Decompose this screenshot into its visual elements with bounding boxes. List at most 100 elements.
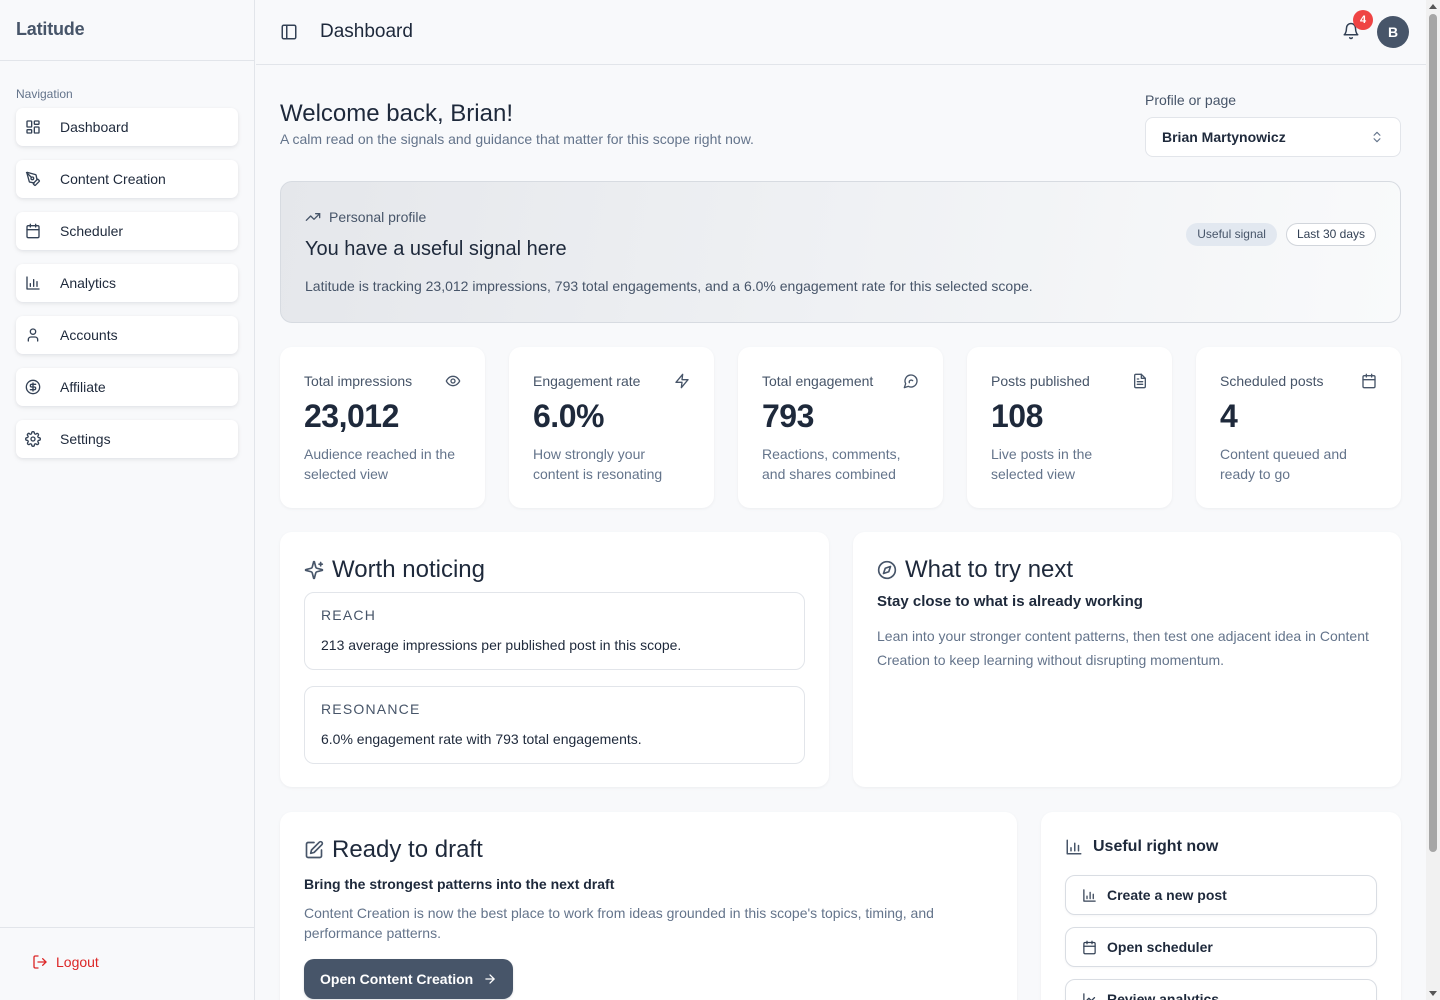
- arrow-right-icon: [483, 972, 497, 986]
- page-title: Dashboard: [320, 21, 413, 42]
- card-text: Lean into your stronger content patterns…: [877, 628, 1369, 668]
- message-circle-icon: [903, 373, 919, 389]
- sidebar-item-label: Settings: [60, 431, 111, 447]
- sidebar-item-label: Affiliate: [60, 379, 106, 395]
- sidebar-item-content-creation[interactable]: Content Creation: [16, 160, 238, 198]
- pen-tool-icon: [25, 171, 41, 187]
- banner-chips: Useful signal Last 30 days: [1186, 223, 1376, 246]
- bar-chart-icon: [1065, 838, 1083, 856]
- page-scrollbar[interactable]: [1426, 0, 1440, 1000]
- stat-label: Posts published: [991, 373, 1090, 389]
- document-icon: [1132, 373, 1148, 389]
- card-title: Ready to draft: [304, 836, 483, 864]
- welcome-heading: Welcome back, Brian!: [280, 100, 513, 127]
- notice-item-reach: REACH 213 average impressions per publis…: [304, 592, 805, 670]
- edit-icon: [304, 840, 324, 860]
- button-label: Open Content Creation: [320, 971, 474, 987]
- notice-text: 213 average impressions per published po…: [321, 637, 682, 653]
- stat-label: Scheduled posts: [1220, 373, 1324, 389]
- stat-card-engagement-rate: Engagement rate 6.0% How strongly your c…: [509, 347, 714, 508]
- notification-badge: 4: [1353, 10, 1373, 30]
- banner-title: You have a useful signal here: [305, 238, 567, 260]
- stat-description: Audience reached in the selected view: [304, 446, 455, 482]
- button-label: Review analytics: [1107, 991, 1220, 1000]
- scroll-thumb[interactable]: [1429, 14, 1437, 852]
- banner-text: Latitude is tracking 23,012 impressions,…: [305, 278, 1033, 294]
- card-title: What to try next: [877, 556, 1073, 584]
- stat-value: 6.0%: [533, 398, 604, 434]
- sidebar-item-scheduler[interactable]: Scheduler: [16, 212, 238, 250]
- create-post-button[interactable]: Create a new post: [1065, 875, 1377, 915]
- stat-card-impressions: Total impressions 23,012 Audience reache…: [280, 347, 485, 508]
- layout-dashboard-icon: [25, 119, 41, 135]
- scope-label: Profile or page: [1145, 92, 1237, 108]
- stat-description: Content queued and ready to go: [1220, 446, 1347, 482]
- bar-chart-icon: [25, 275, 41, 291]
- stat-label: Total engagement: [762, 373, 874, 389]
- stat-card-scheduled-posts: Scheduled posts 4 Content queued and rea…: [1196, 347, 1401, 508]
- card-title: Useful right now: [1065, 838, 1218, 856]
- stat-description: Reactions, comments, and shares combined: [762, 446, 901, 482]
- user-icon: [25, 327, 41, 343]
- card-subtitle: Stay close to what is already working: [877, 593, 1143, 610]
- ready-to-draft-card: Ready to draft Bring the strongest patte…: [280, 812, 1017, 1000]
- card-title-label: What to try next: [905, 556, 1074, 583]
- card-title-label: Useful right now: [1093, 838, 1219, 855]
- sidebar-item-label: Dashboard: [60, 119, 129, 135]
- open-scheduler-button[interactable]: Open scheduler: [1065, 927, 1377, 967]
- gear-icon: [25, 431, 41, 447]
- analytics-icon: [1082, 992, 1097, 1000]
- card-text: Content Creation is now the best place t…: [304, 905, 934, 941]
- sidebar-toggle-icon[interactable]: [280, 23, 298, 41]
- sidebar-footer: Logout: [0, 927, 254, 1000]
- calendar-icon: [1361, 373, 1377, 389]
- sidebar-item-accounts[interactable]: Accounts: [16, 316, 238, 354]
- stat-description: Live posts in the selected view: [991, 446, 1093, 482]
- scroll-up-icon[interactable]: [1429, 4, 1437, 9]
- sidebar-item-label: Accounts: [60, 327, 118, 343]
- sidebar-item-settings[interactable]: Settings: [16, 420, 238, 458]
- card-title-label: Ready to draft: [332, 836, 483, 863]
- notice-item-resonance: RESONANCE 6.0% engagement rate with 793 …: [304, 686, 805, 764]
- sidebar-item-affiliate[interactable]: Affiliate: [16, 368, 238, 406]
- welcome-subtitle: A calm read on the signals and guidance …: [280, 131, 754, 147]
- avatar[interactable]: B: [1377, 16, 1409, 48]
- review-analytics-button[interactable]: Review analytics: [1065, 979, 1377, 1000]
- signal-banner: Personal profile You have a useful signa…: [280, 181, 1401, 323]
- notice-kicker: REACH: [321, 607, 377, 623]
- button-label: Open scheduler: [1107, 939, 1213, 955]
- useful-now-card: Useful right now Create a new post Open …: [1041, 812, 1401, 1000]
- period-badge: Last 30 days: [1285, 223, 1376, 246]
- banner-kicker-label: Personal profile: [329, 209, 427, 225]
- status-badge: Useful signal: [1186, 223, 1277, 246]
- button-label: Create a new post: [1107, 887, 1227, 903]
- nav-caption: Navigation: [16, 87, 73, 101]
- scope-select-value: Brian Martynowicz: [1162, 129, 1286, 145]
- trending-up-icon: [305, 209, 321, 225]
- try-next-card: What to try next Stay close to what is a…: [853, 532, 1401, 787]
- logout-label: Logout: [56, 954, 99, 970]
- card-title-label: Worth noticing: [332, 556, 485, 583]
- logout-button[interactable]: Logout: [32, 954, 254, 970]
- brand-logo[interactable]: Latitude: [0, 0, 254, 61]
- scope-select[interactable]: Brian Martynowicz: [1145, 117, 1401, 157]
- top-bar: Dashboard 4 B: [256, 0, 1426, 65]
- notice-text: 6.0% engagement rate with 793 total enga…: [321, 731, 642, 747]
- lightning-icon: [674, 373, 690, 389]
- compass-icon: [877, 560, 897, 580]
- card-title: Worth noticing: [304, 556, 485, 584]
- sidebar-item-analytics[interactable]: Analytics: [16, 264, 238, 302]
- sidebar-item-dashboard[interactable]: Dashboard: [16, 108, 238, 146]
- main-content: Welcome back, Brian! A calm read on the …: [256, 66, 1426, 1000]
- calendar-icon: [25, 223, 41, 239]
- stat-description: How strongly your content is resonating: [533, 446, 663, 482]
- sidebar-item-label: Content Creation: [60, 171, 166, 187]
- sidebar-nav: Dashboard Content Creation Scheduler Ana…: [0, 108, 254, 458]
- card-subtitle: Bring the strongest patterns into the ne…: [304, 876, 615, 892]
- open-content-creation-button[interactable]: Open Content Creation: [304, 959, 514, 999]
- dollar-circle-icon: [25, 379, 41, 395]
- stat-label: Engagement rate: [533, 373, 641, 389]
- notice-kicker: RESONANCE: [321, 701, 421, 717]
- scroll-down-icon[interactable]: [1429, 991, 1437, 996]
- sidebar-item-label: Scheduler: [60, 223, 124, 239]
